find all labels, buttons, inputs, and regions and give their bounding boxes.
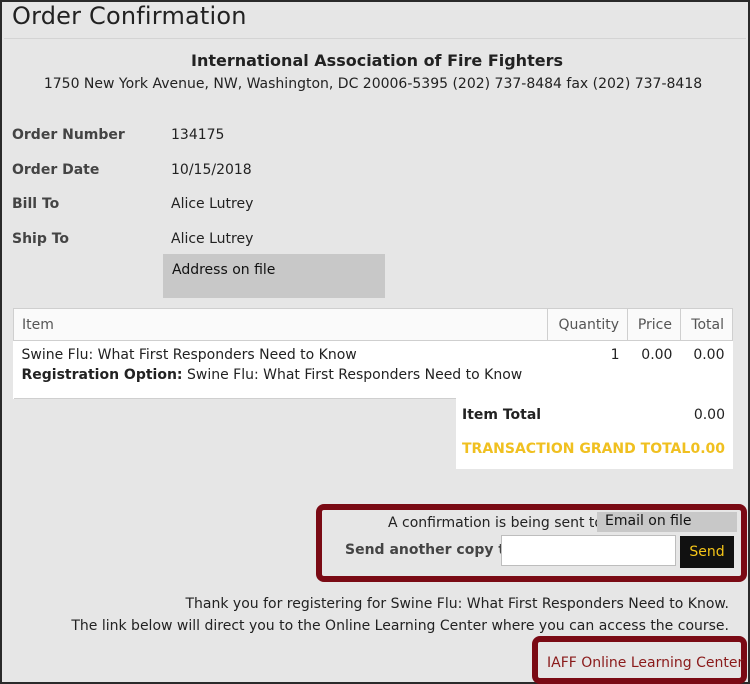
registration-option-label: Registration Option: (21, 367, 183, 383)
online-learning-center-link[interactable]: IAFF Online Learning Center (547, 655, 743, 671)
table-row: Swine Flu: What First Responders Need to… (13, 340, 733, 399)
send-button[interactable]: Send (680, 536, 734, 568)
order-date-value: 10/15/2018 (171, 162, 252, 178)
items-table-header: Item Quantity Price Total (13, 308, 734, 341)
quantity-column-header: Quantity (547, 308, 628, 341)
organization-name: International Association of Fire Fighte… (191, 51, 563, 70)
send-another-label: Send another copy to: (345, 542, 521, 558)
items-table: Item Quantity Price Total Swine Flu: Wha… (13, 308, 734, 399)
order-confirmation-panel: Order Confirmation International Associa… (0, 0, 750, 684)
thank-you-message: Thank you for registering for Swine Flu:… (185, 596, 730, 612)
totals-panel: Item Total 0.00 TRANSACTION GRAND TOTAL … (456, 395, 733, 469)
registration-option-value: Swine Flu: What First Responders Need to… (186, 367, 523, 383)
bill-to-label: Bill To (12, 196, 60, 212)
grand-total-label: TRANSACTION GRAND TOTAL (462, 441, 691, 457)
item-name: Swine Flu: What First Responders Need to… (21, 347, 357, 363)
item-column-header: Item (13, 308, 548, 341)
organization-address: 1750 New York Avenue, NW, Washington, DC… (43, 76, 703, 92)
course-access-message: The link below will direct you to the On… (71, 618, 729, 634)
title-divider (4, 38, 746, 39)
address-placeholder: Address on file (163, 254, 385, 298)
order-date-label: Order Date (12, 162, 100, 178)
page-title: Order Confirmation (12, 2, 247, 30)
ship-to-value: Alice Lutrey (171, 231, 254, 247)
grand-total-value: 0.00 (690, 441, 725, 457)
email-placeholder: Email on file (597, 512, 737, 532)
item-cell: Swine Flu: What First Responders Need to… (13, 340, 548, 399)
total-cell: 0.00 (680, 340, 733, 399)
item-total-value: 0.00 (693, 407, 725, 423)
send-copy-email-input[interactable] (501, 535, 676, 566)
order-number-value: 134175 (171, 127, 225, 143)
registration-option: Registration Option: Swine Flu: What Fir… (22, 367, 540, 383)
bill-to-value: Alice Lutrey (171, 196, 254, 212)
ship-to-label: Ship To (12, 231, 70, 247)
confirmation-sent-text: A confirmation is being sent to: (388, 515, 608, 531)
quantity-cell: 1 (547, 340, 628, 399)
price-column-header: Price (626, 308, 681, 341)
item-total-label: Item Total (462, 407, 542, 423)
price-cell: 0.00 (627, 340, 681, 399)
total-column-header: Total (679, 308, 734, 341)
order-number-label: Order Number (12, 127, 125, 143)
